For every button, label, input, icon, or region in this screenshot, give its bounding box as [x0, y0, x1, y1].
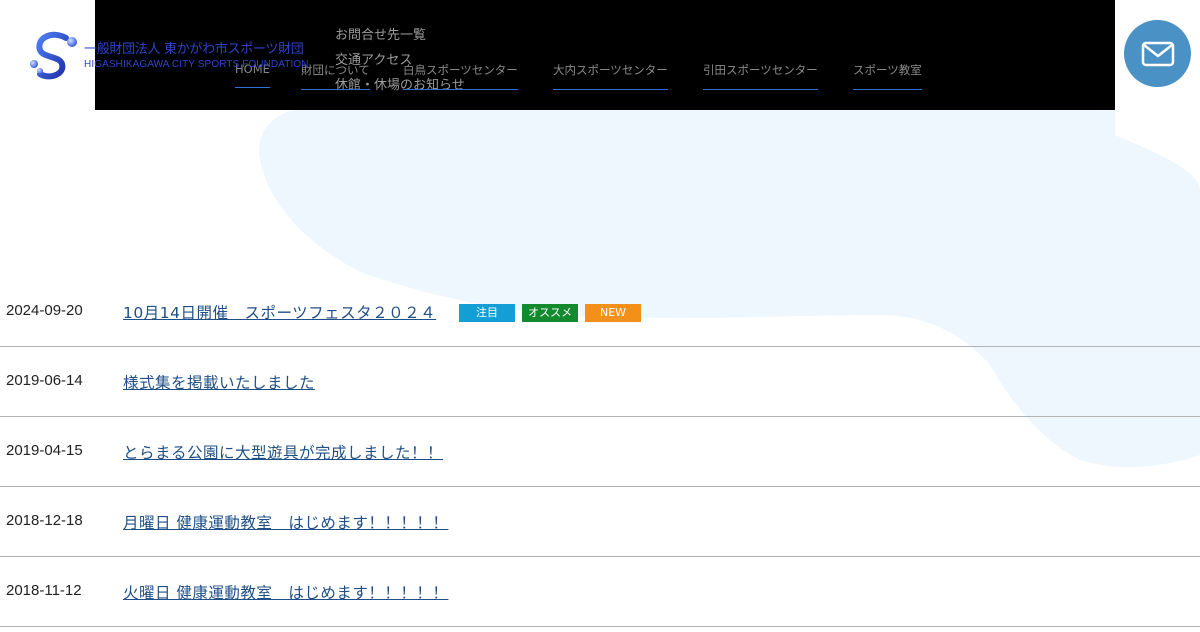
news-date: 2018-11-12 [6, 582, 82, 599]
news-date: 2019-04-15 [6, 442, 83, 459]
news-title-link[interactable]: 月曜日 健康運動教室 はじめます！！！！！ [123, 511, 448, 533]
brand-name-en: HIGASHIKAGAWA CITY SPORTS FOUNDATION [84, 58, 309, 70]
brand-name-jp: 一般財団法人 東かがわ市スポーツ財団 [84, 41, 304, 57]
news-tags: 注目 オススメ NEW [459, 304, 648, 322]
news-item: 2018-12-18 月曜日 健康運動教室 はじめます！！！！！ [0, 487, 1200, 557]
news-date: 2018-12-18 [6, 512, 83, 529]
nav-item-hiketa[interactable]: 引田スポーツセンター [703, 62, 818, 90]
sub-link-contact-list[interactable]: お問合せ先一覧 [335, 24, 426, 43]
news-list: 2024-09-20 10月14日開催 スポーツフェスタ２０２４ 注目 オススメ… [0, 277, 1200, 627]
nav-item-shirotori[interactable]: 白鳥スポーツセンター [403, 62, 518, 90]
news-title-link[interactable]: とらまる公園に大型遊具が完成しました！！ [123, 441, 443, 463]
site-logo[interactable]: 一般財団法人 東かがわ市スポーツ財団 HIGASHIKAGAWA CITY SP… [26, 30, 309, 82]
news-date: 2024-09-20 [6, 302, 83, 319]
nav-item-sports-class[interactable]: スポーツ教室 [853, 62, 922, 90]
nav-item-about[interactable]: 財団について [301, 62, 370, 90]
tag-featured: 注目 [459, 304, 515, 322]
news-item: 2018-11-12 火曜日 健康運動教室 はじめます！！！！！ [0, 557, 1200, 627]
contact-mail-button[interactable] [1124, 20, 1191, 87]
mail-icon [1141, 41, 1174, 66]
news-date: 2019-06-14 [6, 372, 83, 389]
news-item: 2019-04-15 とらまる公園に大型遊具が完成しました！！ [0, 417, 1200, 487]
news-title-link[interactable]: 10月14日開催 スポーツフェスタ２０２４ [123, 301, 436, 323]
news-title-link[interactable]: 火曜日 健康運動教室 はじめます！！！！！ [123, 581, 448, 603]
foundation-logo-icon [30, 31, 77, 80]
tag-new: NEW [585, 304, 641, 322]
news-item: 2019-06-14 様式集を掲載いたしました [0, 347, 1200, 417]
news-title-link[interactable]: 様式集を掲載いたしました [123, 371, 315, 393]
tag-recommended: オススメ [522, 304, 578, 322]
news-item: 2024-09-20 10月14日開催 スポーツフェスタ２０２４ 注目 オススメ… [0, 277, 1200, 347]
nav-item-ochi[interactable]: 大内スポーツセンター [553, 62, 668, 90]
